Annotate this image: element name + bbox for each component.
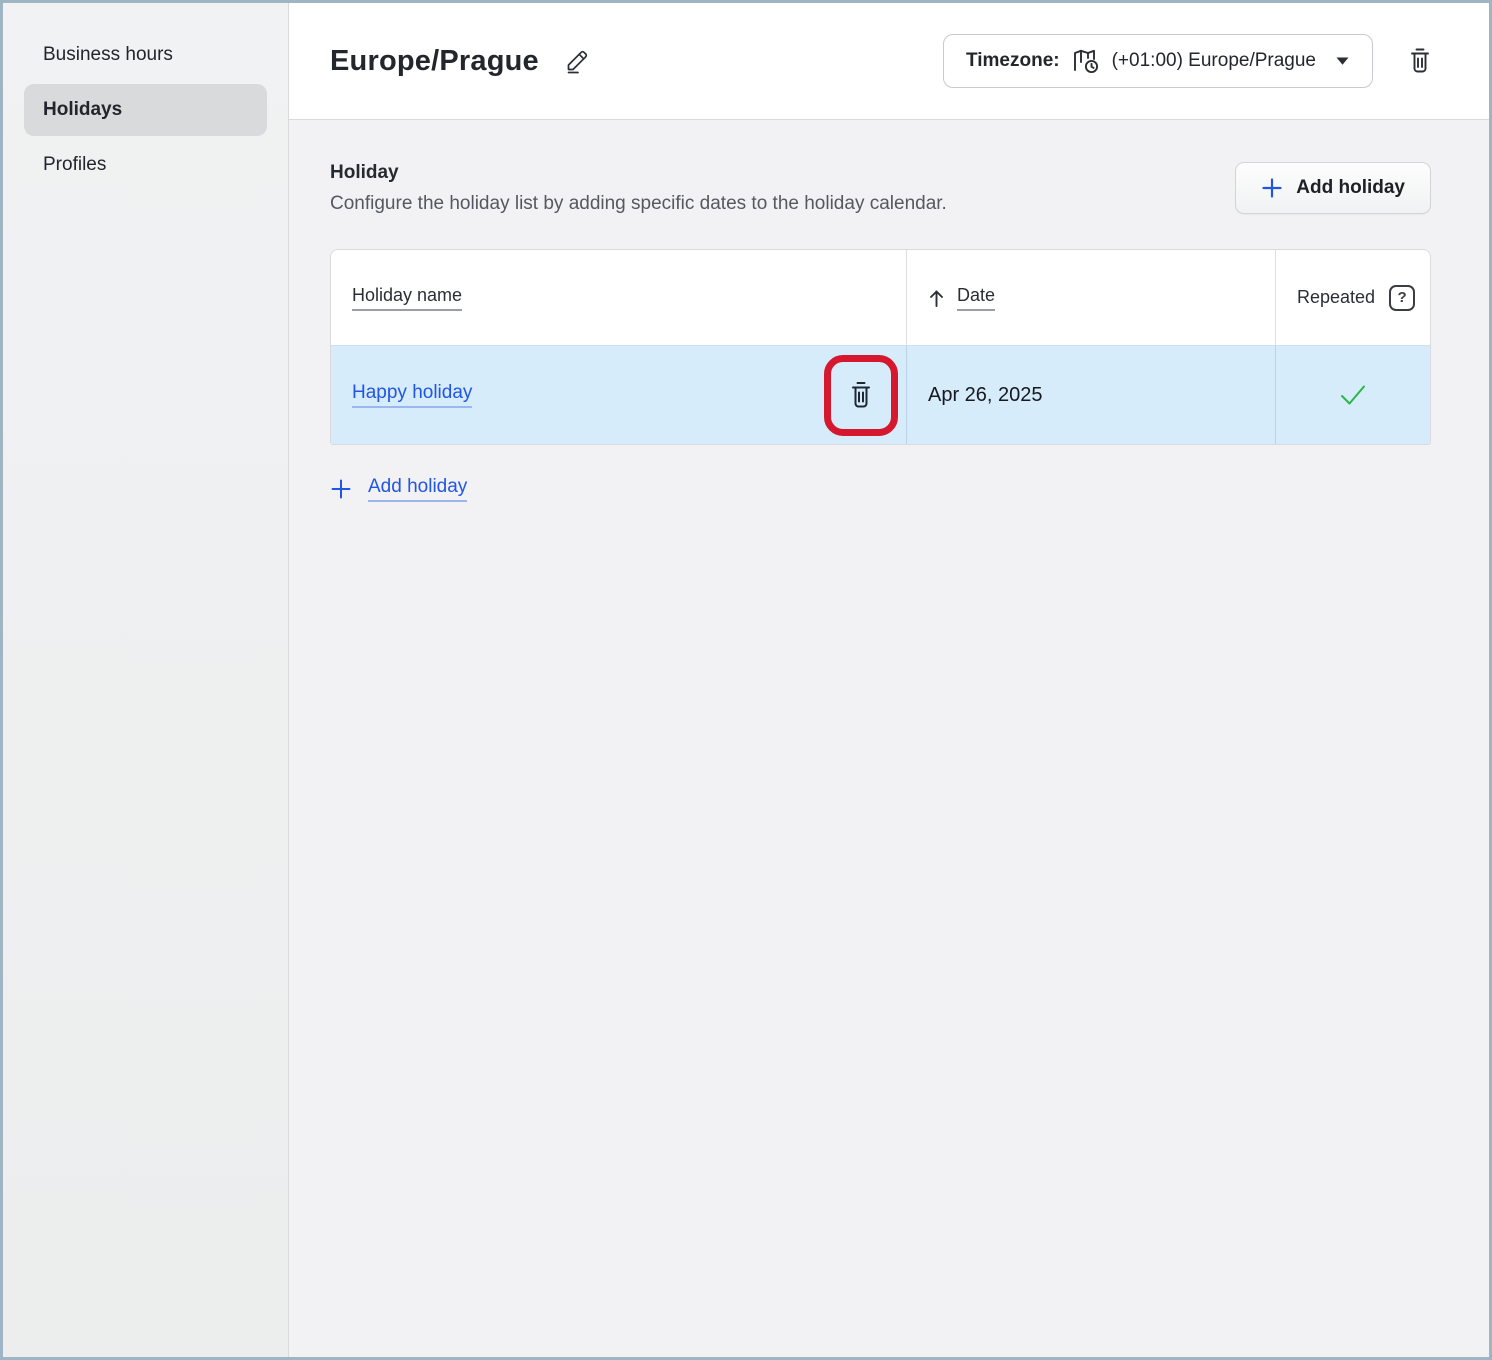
edit-title-button[interactable] xyxy=(559,43,595,79)
column-header-date: Date xyxy=(907,250,1276,345)
holiday-table: Holiday name Date Repeated ? xyxy=(330,249,1431,445)
sidebar-item-holidays[interactable]: Holidays xyxy=(24,84,267,136)
column-date-label[interactable]: Date xyxy=(957,285,995,311)
column-repeated-label: Repeated xyxy=(1297,287,1375,308)
annotation-highlight-box xyxy=(824,355,898,436)
trash-icon xyxy=(848,380,874,410)
topbar: Europe/Prague Timezone: xyxy=(289,3,1489,120)
plus-icon xyxy=(1261,177,1283,199)
table-row: Happy holiday xyxy=(331,345,1430,444)
pencil-icon xyxy=(563,47,591,75)
timezone-dropdown[interactable]: Timezone: (+01:00) Europe/Prague xyxy=(943,34,1373,88)
delete-schedule-button[interactable] xyxy=(1403,43,1437,79)
add-holiday-link-label: Add holiday xyxy=(368,476,467,502)
add-holiday-button-label: Add holiday xyxy=(1296,177,1405,199)
page-title: Europe/Prague xyxy=(330,45,539,78)
timezone-value: (+01:00) Europe/Prague xyxy=(1112,50,1316,72)
help-icon[interactable]: ? xyxy=(1389,285,1415,311)
holiday-section: Holiday Configure the holiday list by ad… xyxy=(289,120,1489,1357)
add-holiday-link[interactable]: Add holiday xyxy=(330,476,467,502)
add-holiday-button[interactable]: Add holiday xyxy=(1235,162,1431,214)
trash-icon xyxy=(1407,47,1433,75)
timezone-label: Timezone: xyxy=(966,50,1060,72)
sidebar-item-business-hours[interactable]: Business hours xyxy=(24,29,267,81)
sidebar: Business hours Holidays Profiles xyxy=(3,3,289,1357)
check-icon xyxy=(1337,383,1369,407)
sort-ascending-icon xyxy=(928,288,945,308)
holiday-date-cell: Apr 26, 2025 xyxy=(907,346,1276,444)
main-panel: Europe/Prague Timezone: xyxy=(289,3,1489,1357)
column-holiday-name-label[interactable]: Holiday name xyxy=(352,285,462,311)
holiday-name-cell: Happy holiday xyxy=(331,346,907,444)
holiday-name-link[interactable]: Happy holiday xyxy=(352,382,472,408)
plus-icon xyxy=(330,478,352,500)
section-head: Holiday Configure the holiday list by ad… xyxy=(330,162,1431,215)
section-description: Configure the holiday list by adding spe… xyxy=(330,193,947,215)
repeated-cell xyxy=(1276,346,1430,444)
delete-holiday-button[interactable] xyxy=(846,378,876,412)
table-header: Holiday name Date Repeated ? xyxy=(331,250,1430,345)
app-window: Business hours Holidays Profiles Europe/… xyxy=(0,0,1492,1360)
sidebar-item-profiles[interactable]: Profiles xyxy=(24,139,267,191)
map-clock-icon xyxy=(1071,47,1101,75)
column-header-holiday-name: Holiday name xyxy=(331,250,907,345)
column-header-repeated: Repeated ? xyxy=(1276,250,1430,345)
chevron-down-icon xyxy=(1335,56,1350,66)
section-title: Holiday xyxy=(330,162,947,184)
